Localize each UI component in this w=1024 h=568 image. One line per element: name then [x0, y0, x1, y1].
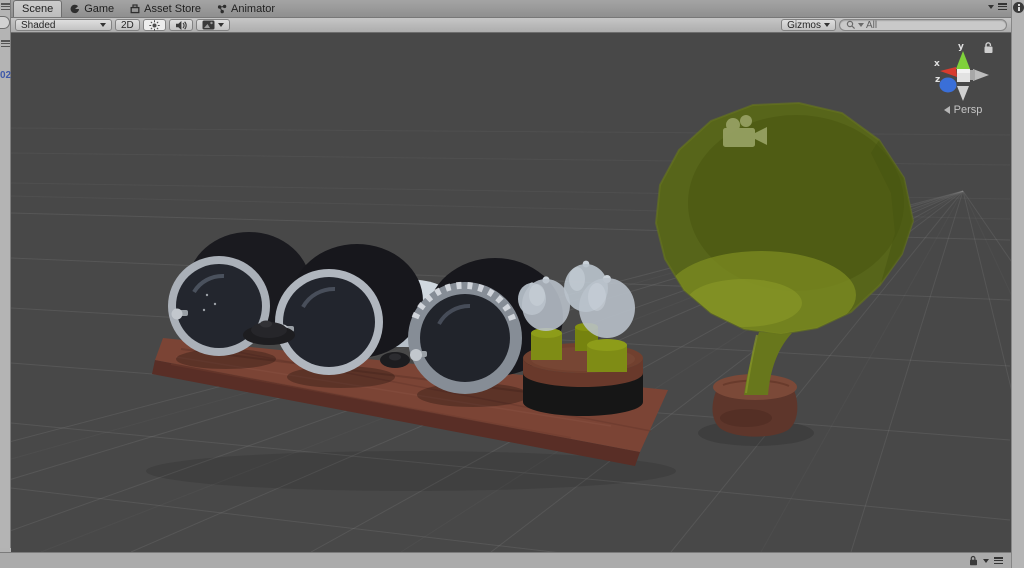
- scene-view-toolbar: Shaded 2D Gizmos All: [11, 18, 1011, 33]
- image-icon: [202, 20, 215, 30]
- menu-icon[interactable]: [1, 40, 10, 47]
- menu-icon[interactable]: [1, 3, 10, 10]
- view-tab-bar: Scene Game Asset Store Animator: [11, 0, 1011, 18]
- search-icon: [846, 20, 856, 30]
- projection-toggle[interactable]: Persp: [923, 104, 1003, 116]
- left-docked-panel-sliver[interactable]: 02: [0, 0, 11, 548]
- tab-label: Asset Store: [144, 2, 202, 15]
- shading-mode-dropdown[interactable]: Shaded: [15, 19, 112, 31]
- horn-speaker-object[interactable]: [654, 101, 915, 437]
- scene-audio-toggle[interactable]: [168, 19, 193, 31]
- axis-y-label: y: [958, 42, 964, 52]
- 2d-toggle-button[interactable]: 2D: [115, 19, 140, 31]
- bottom-status-strip: [0, 552, 1011, 568]
- scene-search-input[interactable]: All: [839, 19, 1007, 31]
- tab-label: Animator: [231, 2, 276, 15]
- small-knob[interactable]: [380, 352, 410, 368]
- axis-cone-gray-right[interactable]: [973, 69, 989, 81]
- scene-effects-toggle[interactable]: [195, 19, 230, 31]
- info-icon[interactable]: [1013, 2, 1024, 13]
- speaker-icon: [175, 20, 187, 30]
- game-icon: [70, 4, 80, 13]
- tab-game[interactable]: Game: [62, 0, 122, 17]
- tab-animator[interactable]: Animator: [209, 0, 283, 17]
- 2d-label: 2D: [121, 19, 134, 31]
- unity-editor-window: 02 Scene Game Asset Store Animator Shade…: [0, 0, 1024, 568]
- scene-lighting-toggle[interactable]: [142, 19, 166, 31]
- persp-arrow-icon: [943, 106, 950, 114]
- gizmos-dropdown[interactable]: Gizmos: [781, 19, 836, 31]
- search-value: All: [866, 19, 878, 31]
- chevron-down-icon: [217, 23, 224, 27]
- projection-label: Persp: [953, 104, 983, 116]
- axis-x-cone[interactable]: [940, 67, 957, 77]
- axis-z-label: z: [935, 75, 940, 85]
- gizmos-label: Gizmos: [787, 19, 821, 31]
- panel-menu-icon[interactable]: [994, 557, 1003, 564]
- axis-cone-gray-down[interactable]: [957, 86, 969, 101]
- scene-canvas[interactable]: [11, 33, 1011, 552]
- sun-icon: [149, 19, 160, 31]
- left-panel-badge: 02: [0, 70, 12, 81]
- axis-x-label: x: [934, 59, 940, 69]
- lock-icon[interactable]: [983, 41, 994, 54]
- tab-menu-icon[interactable]: [998, 3, 1007, 10]
- lock-icon[interactable]: [969, 555, 978, 566]
- asset-store-icon: [130, 3, 140, 13]
- axis-y-cone[interactable]: [956, 51, 970, 69]
- tab-label: Scene: [22, 3, 54, 15]
- panel-dropdown-icon[interactable]: [983, 558, 989, 563]
- search-pill-fragment: [0, 16, 10, 29]
- chevron-down-icon: [100, 23, 106, 27]
- axis-z-cone[interactable]: [939, 77, 957, 93]
- animator-icon: [217, 4, 227, 13]
- tab-asset-store[interactable]: Asset Store: [122, 0, 209, 17]
- scene-viewport[interactable]: y x z Persp: [11, 33, 1011, 552]
- shading-mode-label: Shaded: [21, 19, 56, 31]
- horn-bell[interactable]: [654, 101, 915, 339]
- tab-scene[interactable]: Scene: [13, 0, 63, 17]
- tab-label: Game: [84, 2, 115, 15]
- right-docked-panel-sliver[interactable]: [1011, 0, 1024, 568]
- chevron-down-icon: [824, 23, 830, 27]
- tab-dropdown-icon[interactable]: [988, 4, 994, 9]
- search-filter-caret-icon[interactable]: [858, 23, 864, 27]
